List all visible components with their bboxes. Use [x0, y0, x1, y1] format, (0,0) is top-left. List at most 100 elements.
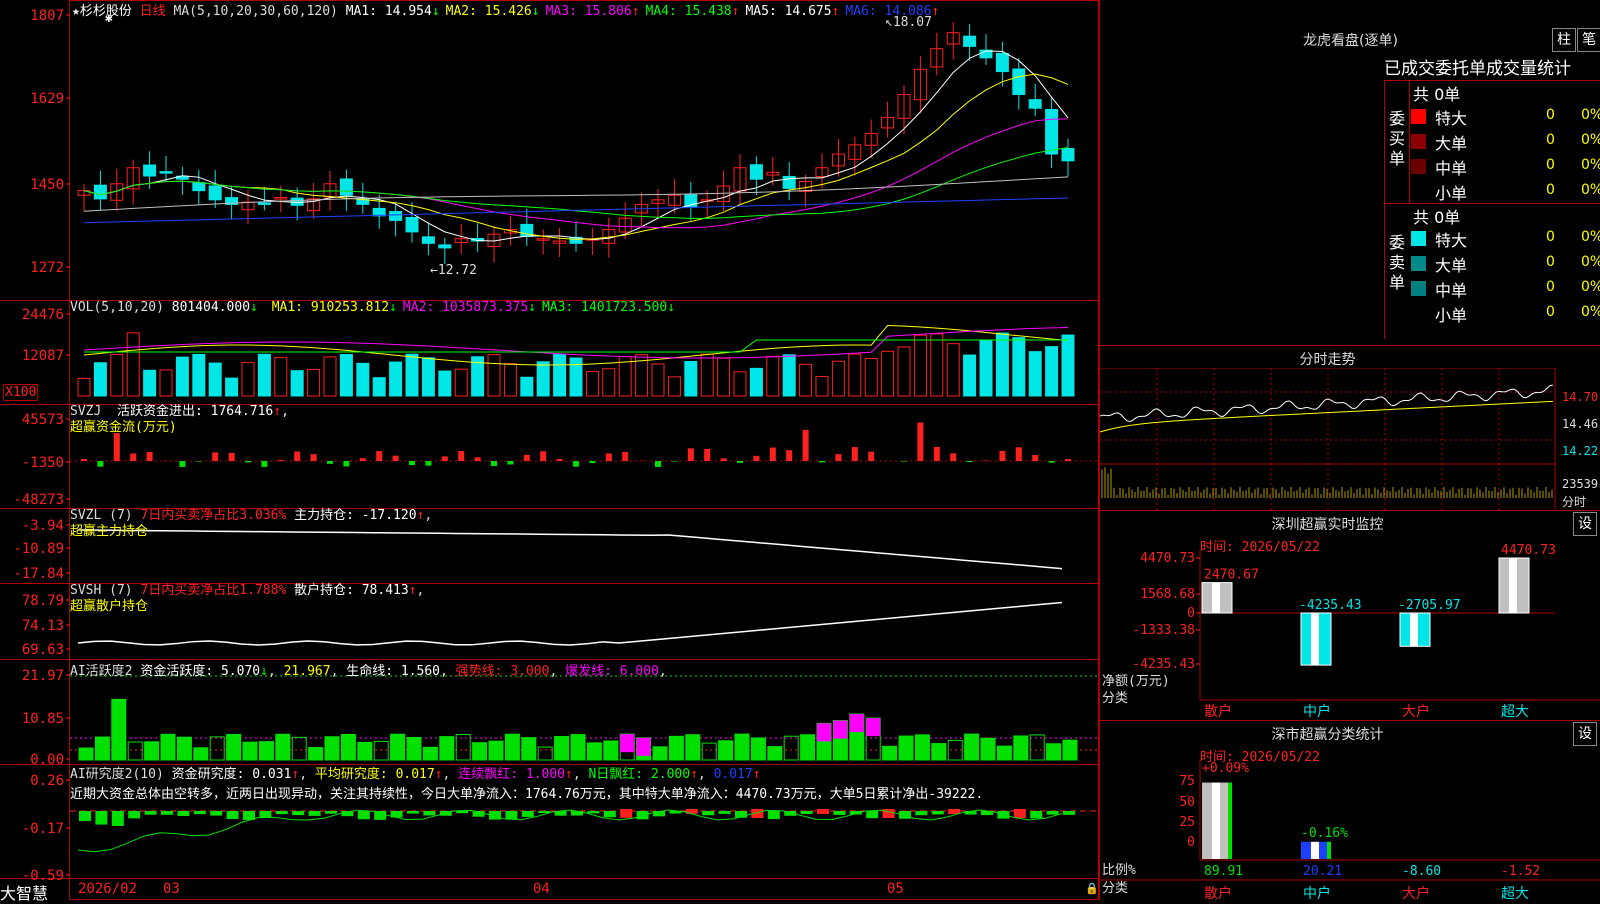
- vol-bar: [882, 351, 894, 396]
- activity-bar: [1030, 735, 1044, 760]
- svzj-sub: 超赢资金流(万元): [70, 420, 177, 435]
- activity-bar: [505, 734, 519, 760]
- ai2-d1: 资金研究度:: [172, 767, 245, 782]
- activity-bar: [735, 734, 749, 760]
- research-bar: [1063, 811, 1075, 815]
- tick-mode-button[interactable]: 笔: [1577, 28, 1600, 52]
- stats-bar-bottom: -8.60: [1402, 864, 1441, 879]
- candlestick-panel: ↖18.07←12.72✱: [78, 11, 1074, 278]
- order-pct: 0%: [1581, 229, 1600, 245]
- vol-bar: [898, 347, 910, 396]
- ai2-v5: 0.017: [714, 767, 753, 782]
- vol-bar: [668, 377, 680, 396]
- bar-mode-button[interactable]: 柱: [1552, 28, 1576, 52]
- candle: [422, 237, 434, 243]
- monitor-y-label: -4235.43: [1132, 657, 1195, 672]
- color-swatch: [1411, 281, 1426, 296]
- activity-bar: [669, 736, 683, 760]
- flow-bar: [114, 433, 120, 461]
- research-bar: [177, 811, 189, 816]
- vol-bar: [258, 354, 270, 396]
- research-bar: [79, 811, 91, 821]
- ma-value: 14.954: [385, 4, 432, 19]
- order-type: 小单: [1435, 180, 1467, 204]
- activity-burst: [637, 738, 651, 756]
- activity-bar: [145, 742, 159, 760]
- activity-bar: [259, 742, 273, 760]
- ma-params: MA(5,10,20,30,60,120): [174, 4, 338, 19]
- main-header: ★杉杉股份 日线 MA(5,10,20,30,60,120) MA1: 14.9…: [72, 0, 945, 19]
- research-bar: [325, 811, 337, 814]
- flow-bar: [261, 461, 267, 467]
- vol-bar: [537, 362, 549, 396]
- ai2-a1: ↑: [291, 767, 299, 782]
- tab-traded[interactable]: 已成交: [1384, 59, 1435, 79]
- vol-bar: [980, 340, 992, 396]
- research-bar: [194, 811, 206, 814]
- candle: [291, 198, 303, 205]
- flow-bar: [212, 452, 218, 461]
- y-tick-label: -0.17: [22, 821, 64, 837]
- intraday-chart[interactable]: [1100, 368, 1600, 510]
- vol-ma2: [84, 327, 1068, 357]
- lock-icon[interactable]: 🔒: [1085, 882, 1099, 895]
- order-count: 0: [1546, 254, 1555, 270]
- tab-volume-stats[interactable]: 成交量统计: [1486, 59, 1571, 79]
- x-label-feb: 2026/02: [78, 881, 137, 897]
- ai2-label: AI研究度2(10): [70, 767, 164, 782]
- order-pct: 0%: [1581, 157, 1600, 173]
- monitor-category: 散户: [1204, 703, 1232, 720]
- activity-bar: [423, 747, 437, 760]
- research-bar: [227, 811, 239, 819]
- ai2-v2: 0.017: [396, 767, 435, 782]
- flow-bar: [606, 453, 612, 461]
- flow-bar: [245, 461, 251, 462]
- color-swatch: [1411, 256, 1426, 271]
- flow-bar: [573, 461, 579, 467]
- color-swatch: [1411, 134, 1426, 149]
- stats-bar-highlight: [1212, 783, 1220, 859]
- svsh-desc: 7日内买卖净占比1.788%: [140, 583, 286, 598]
- activity-bar: [210, 737, 224, 760]
- flow-bar: [540, 451, 546, 461]
- ai-activity-panel: [70, 676, 1098, 760]
- favorite-star-icon[interactable]: ★: [72, 4, 80, 19]
- candle: [1013, 69, 1025, 94]
- y-tick-label: 1807: [30, 8, 64, 24]
- color-swatch: [1411, 231, 1426, 246]
- stats-footer-left: 比例%: [1102, 863, 1136, 878]
- ai2-d3: 连续飘红:: [458, 767, 518, 782]
- vol-ma3: [84, 340, 1068, 352]
- tab-orders[interactable]: 委托单: [1435, 59, 1486, 79]
- flow-bar: [622, 452, 628, 461]
- vol-bar: [685, 361, 697, 396]
- svzl-arrow: ↑: [417, 508, 425, 523]
- flow-bar: [524, 455, 530, 461]
- color-swatch: [1411, 159, 1426, 174]
- vol-unit-badge[interactable]: X100: [3, 384, 38, 401]
- order-type: 特大: [1435, 105, 1467, 129]
- stats-category: 超大: [1501, 886, 1529, 900]
- vol-bar: [767, 356, 779, 396]
- svsh-desc2: 散户持仓:: [294, 583, 354, 598]
- y-tick-label: 1450: [30, 177, 64, 193]
- vol-bar: [750, 368, 762, 396]
- activity-bar: [79, 748, 93, 760]
- activity-bar: [965, 734, 979, 760]
- activity-bar: [751, 738, 765, 760]
- monitor-category: 超大: [1501, 704, 1529, 720]
- intraday-y1: 14.70: [1562, 390, 1598, 404]
- activity-bar: [227, 734, 241, 760]
- stats-chart: 7550250比例%分类+0.09%89.91散户-0.16%20.21中户-8…: [1100, 720, 1600, 900]
- monitor-bar-value: 4470.73: [1501, 543, 1556, 558]
- period-label[interactable]: 日线: [140, 4, 166, 19]
- flow-bar: [983, 460, 989, 461]
- monitor-y-label: 0: [1187, 606, 1195, 621]
- svsh-header: SVSH (7) 7日内买卖净占比1.788% 散户持仓: 78.413↑, 超…: [70, 583, 424, 615]
- monitor-bar-highlight: [1410, 613, 1418, 646]
- monitor-bar-value: -2705.97: [1398, 598, 1461, 613]
- research-bar: [915, 811, 927, 815]
- ai1-d1: 资金活跃度:: [140, 664, 213, 679]
- stats-bar-edge: [1228, 783, 1232, 859]
- vol-bar: [914, 335, 926, 396]
